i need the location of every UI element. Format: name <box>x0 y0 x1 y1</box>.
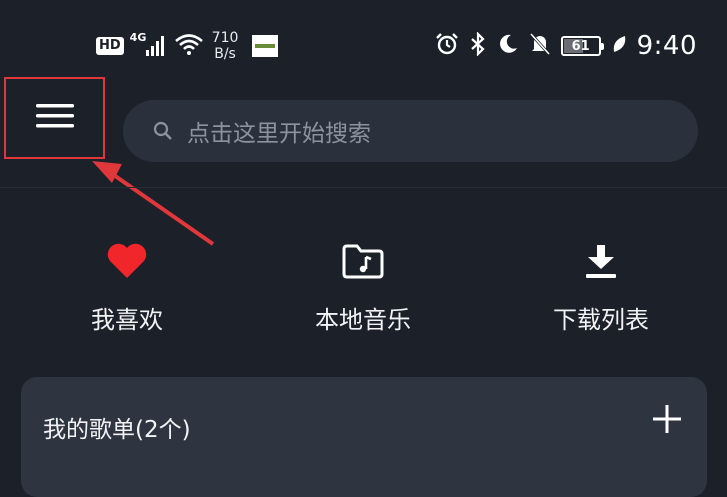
shortcut-label: 下载列表 <box>553 306 649 334</box>
shortcut-favorites[interactable]: 我喜欢 <box>27 238 227 335</box>
header-divider <box>0 187 727 188</box>
download-icon <box>584 243 618 283</box>
music-folder-icon <box>342 243 384 283</box>
playlists-title: 我的歌单(2个) <box>43 417 191 443</box>
shortcut-local-music[interactable]: 本地音乐 <box>263 238 463 335</box>
shortcut-downloads[interactable]: 下载列表 <box>501 238 701 335</box>
search-placeholder: 点击这里开始搜索 <box>187 121 371 147</box>
search-icon <box>153 121 173 141</box>
shortcut-label: 本地音乐 <box>315 306 411 334</box>
shortcut-label: 我喜欢 <box>91 306 163 334</box>
search-bar[interactable]: 点击这里开始搜索 <box>123 100 698 162</box>
add-playlist-button[interactable] <box>647 401 687 441</box>
plus-icon <box>652 404 682 438</box>
heart-icon <box>106 242 148 284</box>
my-playlists-card[interactable]: 我的歌单(2个) <box>21 377 707 497</box>
